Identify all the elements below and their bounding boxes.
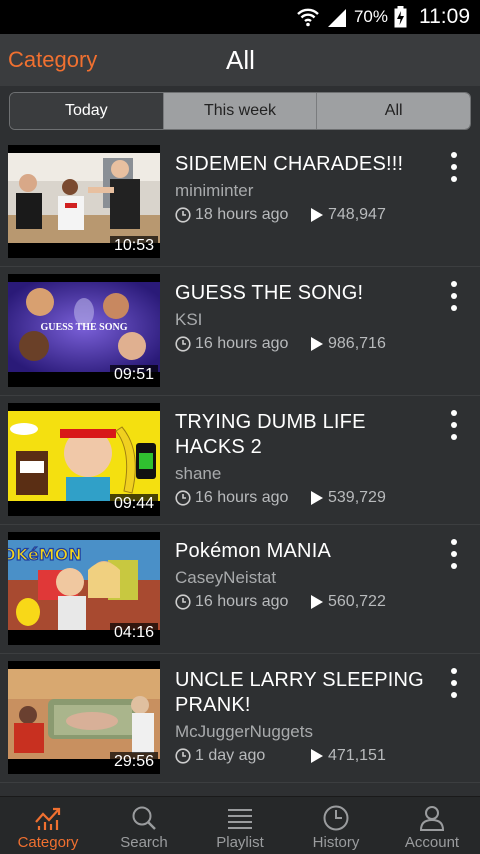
time-filter-tabs: Today This week All	[9, 92, 471, 130]
video-title[interactable]: SIDEMEN CHARADES!!!	[175, 152, 435, 177]
video-channel[interactable]: KSI	[175, 310, 435, 330]
video-row[interactable]: POKéMON 04:16 Pokémon MANIA CaseyNeistat…	[0, 525, 480, 654]
nav-playlist[interactable]: Playlist	[192, 797, 288, 854]
tab-today[interactable]: Today	[10, 93, 163, 129]
video-channel[interactable]: shane	[175, 464, 435, 484]
thumbnail-image: POKéMON	[8, 540, 160, 630]
play-icon	[311, 337, 323, 351]
video-title[interactable]: GUESS THE SONG!	[175, 281, 435, 306]
thumbnail-image	[8, 669, 160, 759]
upload-time: 1 day ago	[195, 747, 266, 764]
view-count: 539,729	[328, 489, 386, 506]
signal-icon	[326, 7, 348, 27]
thumbnail-text: GUESS THE SONG	[40, 322, 127, 333]
status-bar: 70% 11:09	[0, 0, 480, 34]
view-count: 986,716	[328, 335, 386, 352]
more-options-icon[interactable]	[442, 666, 466, 700]
video-row[interactable]: 29:56 UNCLE LARRY SLEEPING PRANK! McJugg…	[0, 654, 480, 783]
clock-icon	[175, 748, 191, 764]
clock-icon	[175, 490, 191, 506]
more-options-icon[interactable]	[442, 150, 466, 184]
clock-icon	[175, 207, 191, 223]
nav-label: Search	[120, 834, 168, 851]
clock-icon	[175, 336, 191, 352]
video-channel[interactable]: miniminter	[175, 181, 435, 201]
video-list: 10:53 SIDEMEN CHARADES!!! miniminter 18 …	[0, 138, 480, 783]
video-title[interactable]: TRYING DUMB LIFE HACKS 2	[175, 410, 435, 460]
list-icon	[226, 802, 254, 834]
video-thumbnail[interactable]: 29:56	[8, 661, 160, 774]
app-header: Category All	[0, 34, 480, 86]
play-icon	[311, 208, 323, 222]
view-count: 560,722	[328, 593, 386, 610]
upload-time: 18 hours ago	[195, 206, 289, 223]
clock-icon	[175, 594, 191, 610]
page-title: All	[226, 45, 255, 75]
video-row[interactable]: GUESS THE SONG 09:51 GUESS THE SONG! KSI…	[0, 267, 480, 396]
video-thumbnail[interactable]: 10:53	[8, 145, 160, 258]
clock-icon	[322, 802, 350, 834]
nav-label: Playlist	[216, 834, 264, 851]
video-duration: 04:16	[109, 623, 158, 643]
battery-percent: 70%	[353, 7, 388, 26]
more-options-icon[interactable]	[442, 537, 466, 571]
video-title[interactable]: UNCLE LARRY SLEEPING PRANK!	[175, 668, 435, 718]
thumbnail-image	[8, 153, 160, 243]
bottom-nav: Category Search Playlist History Account	[0, 796, 480, 854]
tab-all[interactable]: All	[316, 93, 470, 129]
more-options-icon[interactable]	[442, 279, 466, 313]
view-count: 471,151	[328, 747, 386, 764]
tab-this-week[interactable]: This week	[162, 93, 317, 129]
thumbnail-image: GUESS THE SONG	[8, 282, 160, 372]
video-thumbnail[interactable]: GUESS THE SONG 09:51	[8, 274, 160, 387]
search-icon	[130, 802, 158, 834]
trending-chart-icon	[33, 802, 63, 834]
video-duration: 29:56	[109, 752, 158, 772]
video-duration: 09:51	[109, 365, 158, 385]
wifi-icon	[296, 6, 320, 28]
upload-time: 16 hours ago	[195, 489, 289, 506]
nav-account[interactable]: Account	[384, 797, 480, 854]
status-clock: 11:09	[419, 5, 470, 28]
video-duration: 10:53	[109, 236, 158, 256]
video-channel[interactable]: CaseyNeistat	[175, 568, 435, 588]
thumbnail-image	[8, 411, 160, 501]
video-channel[interactable]: McJuggerNuggets	[175, 722, 435, 742]
play-icon	[311, 595, 323, 609]
thumbnail-text: POKéMON	[8, 545, 82, 564]
user-icon	[418, 802, 446, 834]
play-icon	[311, 749, 323, 763]
play-icon	[311, 491, 323, 505]
video-row[interactable]: 09:44 TRYING DUMB LIFE HACKS 2 shane 16 …	[0, 396, 480, 525]
upload-time: 16 hours ago	[195, 335, 289, 352]
video-duration: 09:44	[109, 494, 158, 514]
nav-label: Category	[17, 834, 79, 851]
video-thumbnail[interactable]: POKéMON 04:16	[8, 532, 160, 645]
nav-search[interactable]: Search	[96, 797, 192, 854]
battery-icon	[394, 6, 407, 28]
video-thumbnail[interactable]: 09:44	[8, 403, 160, 516]
nav-label: History	[312, 834, 360, 851]
nav-label: Account	[404, 834, 460, 851]
nav-category[interactable]: Category	[0, 797, 96, 854]
video-title[interactable]: Pokémon MANIA	[175, 539, 435, 564]
video-row[interactable]: 10:53 SIDEMEN CHARADES!!! miniminter 18 …	[0, 138, 480, 267]
nav-history[interactable]: History	[288, 797, 384, 854]
view-count: 748,947	[328, 206, 386, 223]
more-options-icon[interactable]	[442, 408, 466, 442]
upload-time: 16 hours ago	[195, 593, 289, 610]
category-button[interactable]: Category	[0, 47, 200, 73]
